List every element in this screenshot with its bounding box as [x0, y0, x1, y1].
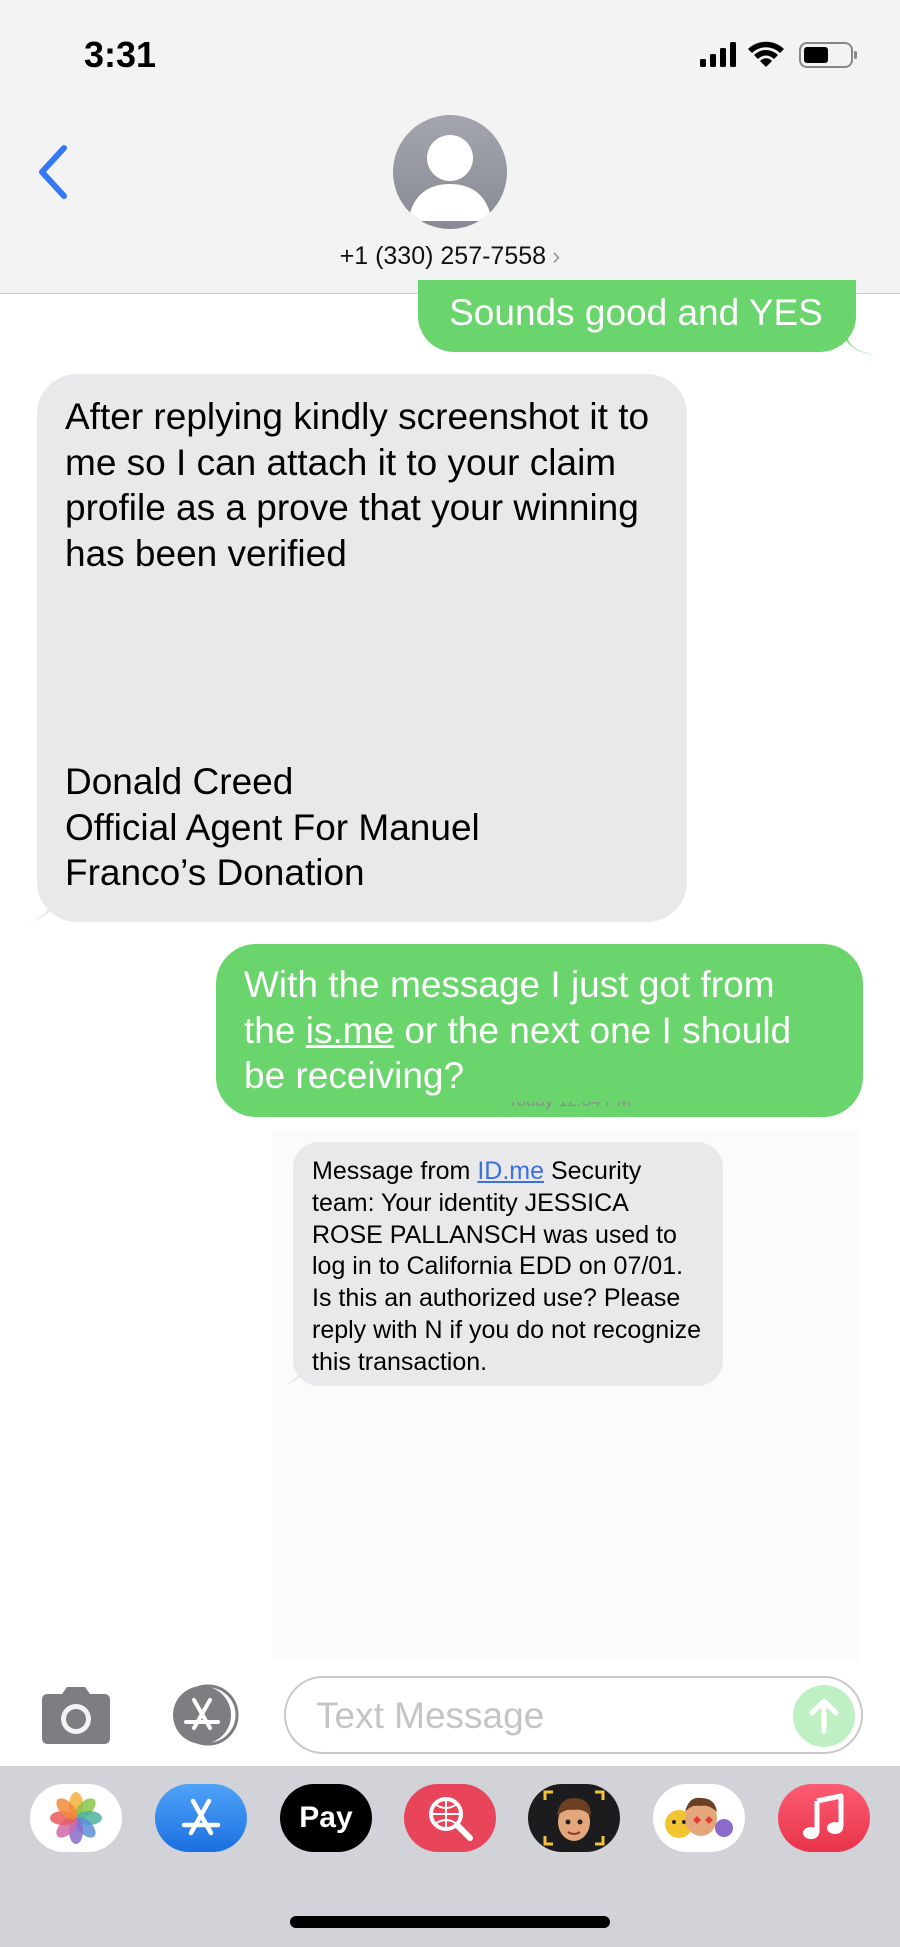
animoji-stickers-icon: [665, 1797, 733, 1838]
conversation-header: 3:31 +1 (330) 257-7558 ›: [0, 0, 900, 294]
message-text: Security team: Your identity JESSICA ROS…: [312, 1157, 702, 1376]
contact-name-button[interactable]: +1 (330) 257-7558 ›: [0, 242, 900, 271]
memoji-icon: [543, 1790, 605, 1846]
signature-line: Franco’s Donation: [65, 852, 365, 893]
signature-line: Official Agent For Manuel: [65, 806, 480, 848]
message-input-field[interactable]: [284, 1676, 863, 1754]
wifi-icon: [748, 41, 784, 67]
app-drawer-apple-pay[interactable]: Pay: [280, 1784, 372, 1852]
contact-number: +1 (330) 257-7558: [339, 242, 547, 270]
home-indicator[interactable]: [290, 1916, 610, 1928]
message-timestamp: Today 12:34 PM: [496, 1102, 646, 1124]
send-button[interactable]: [793, 1685, 855, 1747]
app-drawer-music[interactable]: [778, 1784, 870, 1852]
contact-details-chevron-icon: ›: [552, 242, 561, 270]
app-drawer-memoji[interactable]: [528, 1784, 620, 1852]
cellular-signal-icon: [700, 42, 736, 67]
message-text: Message from: [312, 1157, 478, 1185]
back-chevron-icon[interactable]: [36, 144, 70, 200]
message-link[interactable]: ID.me: [477, 1157, 544, 1185]
photos-icon: [50, 1792, 102, 1844]
app-drawer-animoji-stickers[interactable]: [653, 1784, 745, 1852]
send-arrow-icon: [809, 1698, 839, 1734]
app-drawer-images-search[interactable]: [404, 1784, 496, 1852]
search-images-icon: [429, 1797, 473, 1841]
message-incoming[interactable]: Message from ID.me Security team: Your i…: [293, 1142, 723, 1386]
apple-pay-icon: Pay: [299, 1801, 353, 1834]
contact-avatar[interactable]: [393, 115, 507, 229]
app-drawer-photos[interactable]: [30, 1784, 122, 1852]
message-link[interactable]: is.me: [306, 1010, 394, 1051]
message-outgoing[interactable]: With the message I just got from the is.…: [216, 944, 863, 1117]
music-icon: [803, 1793, 844, 1839]
status-time: 3:31: [84, 34, 157, 75]
status-icons: [700, 41, 857, 68]
message-input[interactable]: [314, 1692, 778, 1740]
message-text: Sounds good and YES: [449, 292, 823, 333]
message-outgoing[interactable]: Sounds good and YES: [418, 280, 856, 352]
message-text: After replying kindly screenshot it to m…: [65, 396, 650, 574]
app-drawer-app-store[interactable]: [155, 1784, 247, 1852]
avatar-icon: [408, 135, 492, 221]
signature-line: Donald Creed: [65, 761, 294, 802]
camera-icon[interactable]: [38, 1684, 114, 1746]
app-store-icon: [181, 1798, 221, 1836]
message-incoming[interactable]: After replying kindly screenshot it to m…: [37, 374, 687, 922]
app-store-icon[interactable]: [160, 1684, 246, 1746]
message-signature: Donald Creed Official Agent For Manuel F…: [65, 759, 659, 896]
battery-icon: [799, 42, 857, 68]
